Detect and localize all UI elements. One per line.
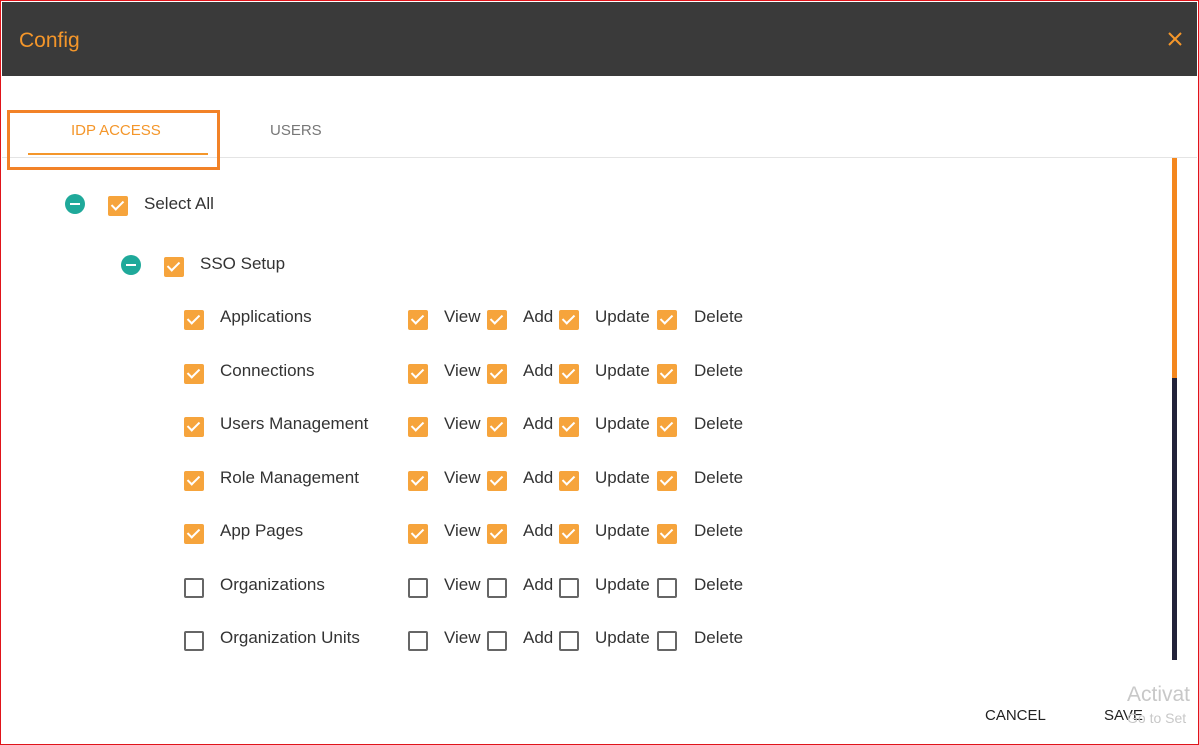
tab-users[interactable]: USERS bbox=[270, 122, 322, 139]
perm-delete-label: Delete bbox=[694, 628, 744, 647]
perm-update-label: Update bbox=[595, 468, 650, 487]
perm-update-checkbox[interactable] bbox=[559, 364, 579, 384]
perm-delete-checkbox[interactable] bbox=[657, 417, 677, 437]
perm-update-checkbox[interactable] bbox=[559, 524, 579, 544]
perm-delete-label: Delete bbox=[694, 521, 744, 540]
row-label: Organizations bbox=[220, 575, 325, 594]
cancel-button[interactable]: CANCEL bbox=[985, 707, 1046, 724]
close-icon[interactable] bbox=[1165, 29, 1185, 49]
perm-delete-label: Delete bbox=[694, 414, 744, 433]
perm-update-label: Update bbox=[595, 307, 650, 326]
perm-view-label: View bbox=[444, 575, 481, 594]
perm-add-checkbox[interactable] bbox=[487, 578, 507, 598]
row-label: Connections bbox=[220, 361, 315, 380]
perm-update-label: Update bbox=[595, 628, 650, 647]
perm-delete-checkbox[interactable] bbox=[657, 364, 677, 384]
perm-add-checkbox[interactable] bbox=[487, 417, 507, 437]
perm-view-label: View bbox=[444, 521, 481, 540]
perm-view-label: View bbox=[444, 361, 481, 380]
perm-add-label: Add bbox=[523, 628, 554, 647]
tab-highlight-box bbox=[7, 110, 220, 170]
perm-update-label: Update bbox=[595, 414, 650, 433]
perm-delete-label: Delete bbox=[694, 575, 744, 594]
perm-update-label: Update bbox=[595, 575, 650, 594]
row-label: Organization Units bbox=[220, 628, 360, 647]
row-checkbox[interactable] bbox=[184, 310, 204, 330]
row-checkbox[interactable] bbox=[184, 364, 204, 384]
perm-view-checkbox[interactable] bbox=[408, 417, 428, 437]
activation-watermark-sub: Go to Set bbox=[1127, 710, 1187, 726]
perm-view-label: View bbox=[444, 628, 481, 647]
perm-delete-checkbox[interactable] bbox=[657, 524, 677, 544]
perm-view-checkbox[interactable] bbox=[408, 310, 428, 330]
row-label: Role Management bbox=[220, 468, 359, 487]
perm-add-label: Add bbox=[523, 521, 554, 540]
row-checkbox[interactable] bbox=[184, 524, 204, 544]
row-label: Applications bbox=[220, 307, 312, 326]
scrollbar-thumb[interactable] bbox=[1172, 158, 1177, 378]
perm-update-checkbox[interactable] bbox=[559, 417, 579, 437]
dialog-title: Config bbox=[19, 29, 80, 52]
perm-view-label: View bbox=[444, 468, 481, 487]
perm-add-label: Add bbox=[523, 414, 554, 433]
perm-view-checkbox[interactable] bbox=[408, 364, 428, 384]
group-label: SSO Setup bbox=[200, 254, 286, 273]
perm-add-checkbox[interactable] bbox=[487, 310, 507, 330]
perm-add-label: Add bbox=[523, 361, 554, 380]
perm-add-label: Add bbox=[523, 575, 554, 594]
perm-delete-checkbox[interactable] bbox=[657, 631, 677, 651]
select-all-checkbox[interactable] bbox=[108, 196, 128, 216]
perm-update-checkbox[interactable] bbox=[559, 578, 579, 598]
row-checkbox[interactable] bbox=[184, 631, 204, 651]
perm-view-checkbox[interactable] bbox=[408, 578, 428, 598]
perm-view-checkbox[interactable] bbox=[408, 524, 428, 544]
dialog-header: Config bbox=[2, 2, 1197, 76]
perm-view-checkbox[interactable] bbox=[408, 471, 428, 491]
perm-view-label: View bbox=[444, 414, 481, 433]
perm-update-label: Update bbox=[595, 521, 650, 540]
perm-update-checkbox[interactable] bbox=[559, 310, 579, 330]
perm-view-label: View bbox=[444, 307, 481, 326]
perm-add-checkbox[interactable] bbox=[487, 631, 507, 651]
perm-update-checkbox[interactable] bbox=[559, 631, 579, 651]
perm-delete-label: Delete bbox=[694, 468, 744, 487]
perm-add-checkbox[interactable] bbox=[487, 364, 507, 384]
perm-delete-label: Delete bbox=[694, 361, 744, 380]
group-checkbox[interactable] bbox=[164, 257, 184, 277]
perm-update-checkbox[interactable] bbox=[559, 471, 579, 491]
perm-add-checkbox[interactable] bbox=[487, 471, 507, 491]
perm-delete-checkbox[interactable] bbox=[657, 310, 677, 330]
collapse-icon[interactable] bbox=[121, 255, 141, 275]
collapse-icon[interactable] bbox=[65, 194, 85, 214]
perm-delete-checkbox[interactable] bbox=[657, 578, 677, 598]
perm-delete-label: Delete bbox=[694, 307, 744, 326]
perm-add-label: Add bbox=[523, 307, 554, 326]
row-label: Users Management bbox=[220, 414, 369, 433]
select-all-label: Select All bbox=[144, 194, 214, 213]
perm-update-label: Update bbox=[595, 361, 650, 380]
scrollbar-track[interactable] bbox=[1172, 378, 1177, 660]
perm-delete-checkbox[interactable] bbox=[657, 471, 677, 491]
activation-watermark: Activat bbox=[1127, 683, 1191, 706]
row-label: App Pages bbox=[220, 521, 304, 540]
perm-view-checkbox[interactable] bbox=[408, 631, 428, 651]
perm-add-checkbox[interactable] bbox=[487, 524, 507, 544]
row-checkbox[interactable] bbox=[184, 471, 204, 491]
perm-add-label: Add bbox=[523, 468, 554, 487]
row-checkbox[interactable] bbox=[184, 417, 204, 437]
row-checkbox[interactable] bbox=[184, 578, 204, 598]
